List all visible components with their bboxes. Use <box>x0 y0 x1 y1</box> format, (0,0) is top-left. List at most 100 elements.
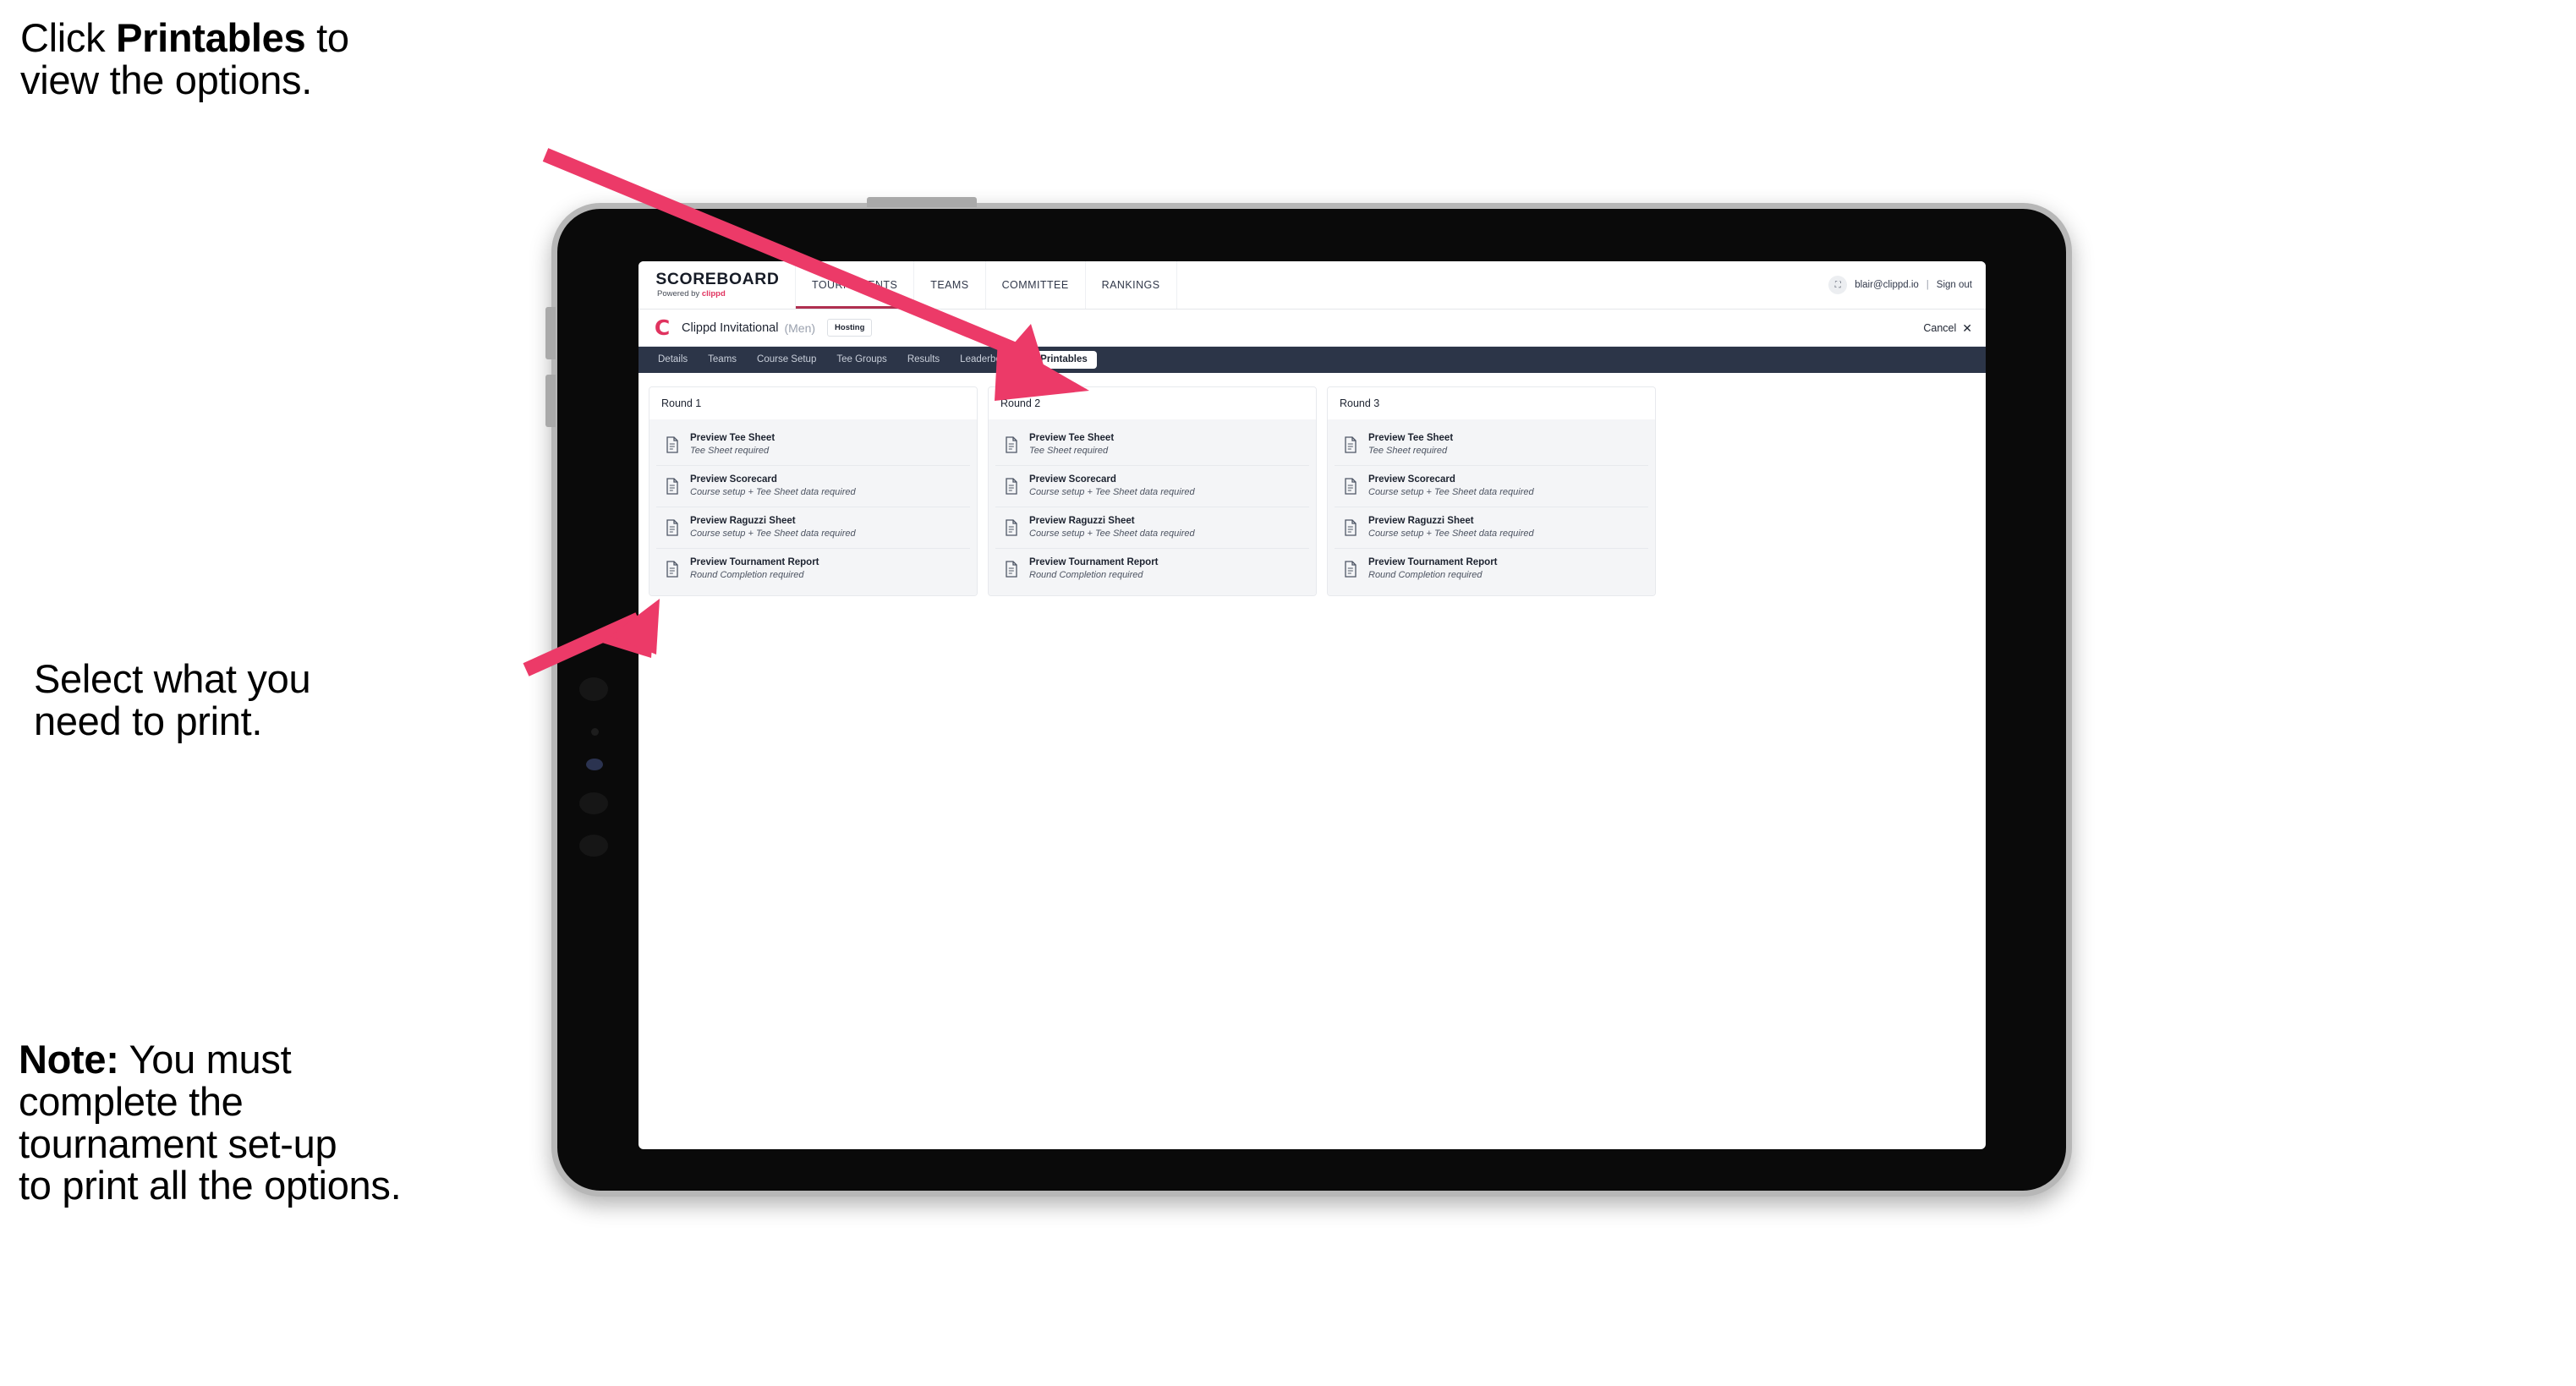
document-icon <box>665 518 680 536</box>
speaker-icon <box>579 835 608 857</box>
printable-preview-tee-sheet[interactable]: Preview Tee Sheet Tee Sheet required <box>1335 425 1648 466</box>
powered-by-label: Powered by clippd <box>657 290 795 299</box>
tab-printables[interactable]: Printables <box>1031 350 1097 370</box>
round-column: Round 3 Preview Tee Sheet Tee Sheet requ… <box>1327 386 1656 597</box>
app-screen: SCOREBOARD Powered by clippd TOURNAMENTS… <box>639 261 1986 1149</box>
document-icon <box>1004 518 1019 536</box>
printable-preview-tee-sheet[interactable]: Preview Tee Sheet Tee Sheet required <box>656 425 970 466</box>
speaker-icon <box>579 792 608 814</box>
annotation-top-prefix: Click <box>20 15 117 60</box>
round-title: Round 1 <box>649 387 977 419</box>
printable-title: Preview Tournament Report <box>1029 556 1159 567</box>
round-column: Round 1 Preview Tee Sheet Tee Sheet requ… <box>649 386 978 597</box>
tab-course-setup[interactable]: Course Setup <box>748 351 825 370</box>
front-camera-icon <box>579 677 608 701</box>
clippd-logo-icon: C <box>654 315 671 340</box>
annotation-note-bold: Note: <box>19 1037 119 1082</box>
tab-results[interactable]: Results <box>898 351 949 370</box>
annotation-select-print: Select what you need to print. <box>34 656 311 743</box>
cancel-button[interactable]: Cancel ✕ <box>1923 322 1972 334</box>
round-items: Preview Tee Sheet Tee Sheet required Pre… <box>649 419 977 596</box>
document-icon <box>1004 478 1019 495</box>
printable-requirement: Course setup + Tee Sheet data required <box>1368 487 1534 498</box>
clippd-brand-name: clippd <box>701 289 726 299</box>
sensor-led-icon <box>586 759 603 770</box>
account-area: ⛶ blair@clippd.io | Sign out <box>1828 261 1986 309</box>
printable-preview-tee-sheet[interactable]: Preview Tee Sheet Tee Sheet required <box>995 425 1309 466</box>
tab-tee-groups[interactable]: Tee Groups <box>827 351 896 370</box>
printable-requirement: Tee Sheet required <box>1368 446 1448 457</box>
powered-by-prefix: Powered by <box>657 289 702 299</box>
printable-title: Preview Raguzzi Sheet <box>690 515 796 526</box>
printable-preview-tournament-report[interactable]: Preview Tournament Report Round Completi… <box>995 548 1309 589</box>
printable-requirement: Course setup + Tee Sheet data required <box>690 528 856 539</box>
page-root: Click Printables to view the options. Se… <box>0 0 2576 1386</box>
scoreboard-logo[interactable]: SCOREBOARD Powered by clippd <box>639 261 796 309</box>
printable-title: Preview Scorecard <box>1368 474 1455 485</box>
tab-teams[interactable]: Teams <box>699 351 746 370</box>
nav-item-rankings[interactable]: RANKINGS <box>1086 261 1177 309</box>
document-icon <box>665 436 680 453</box>
sign-out-link[interactable]: Sign out <box>1937 280 1972 290</box>
primary-nav: TOURNAMENTS TEAMS COMMITTEE RANKINGS <box>796 261 1177 309</box>
tournament-gender: (Men) <box>784 320 816 335</box>
tab-details[interactable]: Details <box>649 351 697 370</box>
printable-requirement: Round Completion required <box>690 569 804 580</box>
printable-title: Preview Scorecard <box>1029 474 1116 485</box>
volume-up-button[interactable] <box>545 307 556 359</box>
volume-down-button[interactable] <box>545 375 556 427</box>
printable-title: Preview Tournament Report <box>1368 556 1498 567</box>
annotation-click-printables: Click Printables to view the options. <box>20 17 595 101</box>
printable-preview-scorecard[interactable]: Preview Scorecard Course setup + Tee She… <box>1335 465 1648 507</box>
printable-title: Preview Tournament Report <box>690 556 819 567</box>
microphone-icon <box>591 728 599 736</box>
document-icon <box>665 478 680 495</box>
annotation-top-bold: Printables <box>116 15 306 60</box>
printable-requirement: Course setup + Tee Sheet data required <box>690 487 856 498</box>
printable-preview-raguzzi-sheet[interactable]: Preview Raguzzi Sheet Course setup + Tee… <box>995 507 1309 549</box>
printable-title: Preview Tee Sheet <box>690 433 776 443</box>
round-items: Preview Tee Sheet Tee Sheet required Pre… <box>989 419 1316 596</box>
round-title: Round 3 <box>1328 387 1655 419</box>
printable-preview-scorecard[interactable]: Preview Scorecard Course setup + Tee She… <box>995 465 1309 507</box>
printables-content: Round 1 Preview Tee Sheet Tee Sheet requ… <box>639 373 1986 611</box>
printable-preview-scorecard[interactable]: Preview Scorecard Course setup + Tee She… <box>656 465 970 507</box>
printable-preview-tournament-report[interactable]: Preview Tournament Report Round Completi… <box>656 548 970 589</box>
round-items: Preview Tee Sheet Tee Sheet required Pre… <box>1328 419 1655 596</box>
round-column: Round 2 Preview Tee Sheet Tee Sheet requ… <box>988 386 1317 597</box>
account-separator: | <box>1926 280 1929 290</box>
printable-preview-raguzzi-sheet[interactable]: Preview Raguzzi Sheet Course setup + Tee… <box>656 507 970 549</box>
tournament-tabs: Details Teams Course Setup Tee Groups Re… <box>639 347 1986 373</box>
printable-title: Preview Raguzzi Sheet <box>1368 515 1474 526</box>
printable-requirement: Course setup + Tee Sheet data required <box>1029 487 1195 498</box>
nav-item-committee[interactable]: COMMITTEE <box>986 261 1086 309</box>
tournament-header: C Clippd Invitational (Men) Hosting Canc… <box>639 310 1986 347</box>
nav-item-teams[interactable]: TEAMS <box>914 261 986 309</box>
printable-title: Preview Raguzzi Sheet <box>1029 515 1135 526</box>
power-button[interactable] <box>867 197 977 207</box>
document-icon <box>1343 518 1358 536</box>
document-icon <box>1004 436 1019 453</box>
printable-title: Preview Tee Sheet <box>1368 433 1454 443</box>
nav-item-tournaments[interactable]: TOURNAMENTS <box>796 261 915 309</box>
document-icon <box>1343 560 1358 578</box>
close-icon: ✕ <box>1962 320 1972 335</box>
printable-requirement: Tee Sheet required <box>1029 446 1109 457</box>
status-badge: Hosting <box>827 318 873 337</box>
printable-requirement: Tee Sheet required <box>690 446 770 457</box>
printable-title: Preview Tee Sheet <box>1029 433 1115 443</box>
document-icon <box>665 560 680 578</box>
tab-leaderboards[interactable]: Leaderboards <box>951 351 1029 370</box>
printable-requirement: Course setup + Tee Sheet data required <box>1368 528 1534 539</box>
printable-title: Preview Scorecard <box>690 474 777 485</box>
scoreboard-wordmark: SCOREBOARD <box>655 271 780 289</box>
account-email: blair@clippd.io <box>1855 280 1919 290</box>
printable-preview-tournament-report[interactable]: Preview Tournament Report Round Completi… <box>1335 548 1648 589</box>
avatar[interactable]: ⛶ <box>1828 276 1848 294</box>
document-icon <box>1004 560 1019 578</box>
printable-requirement: Round Completion required <box>1368 569 1483 580</box>
tournament-name: Clippd Invitational <box>682 320 779 335</box>
printable-preview-raguzzi-sheet[interactable]: Preview Raguzzi Sheet Course setup + Tee… <box>1335 507 1648 549</box>
printable-requirement: Course setup + Tee Sheet data required <box>1029 528 1195 539</box>
tablet-device: SCOREBOARD Powered by clippd TOURNAMENTS… <box>545 197 2072 1197</box>
